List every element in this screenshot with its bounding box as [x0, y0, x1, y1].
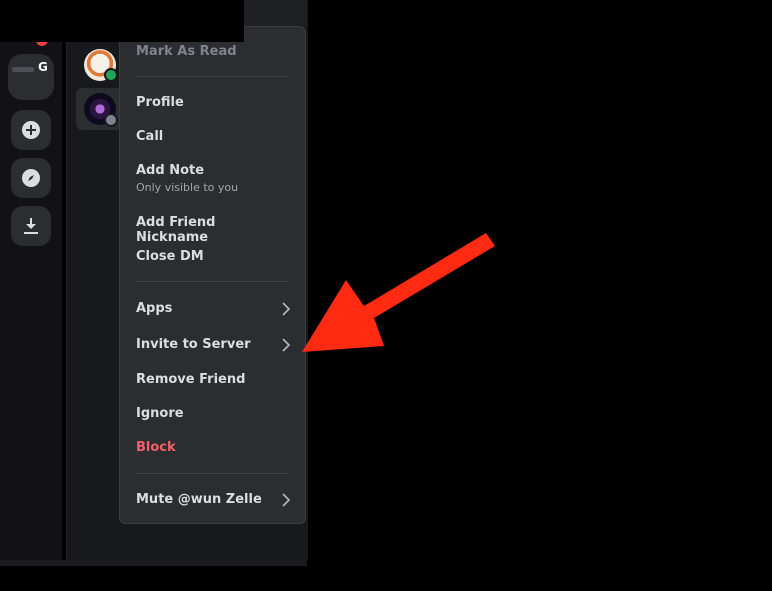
menu-label: Apps: [136, 301, 173, 316]
server-rail: G: [0, 0, 62, 560]
menu-divider: [136, 76, 289, 77]
redacted-area: [0, 0, 244, 42]
menu-label: Block: [136, 440, 176, 455]
discover-icon: [22, 169, 40, 187]
menu-item-call[interactable]: Call: [136, 129, 291, 144]
menu-divider: [136, 281, 289, 282]
offline-status-icon: [104, 113, 118, 127]
menu-item-block[interactable]: Block: [136, 440, 291, 455]
menu-sublabel: Only visible to you: [136, 181, 239, 194]
server-letter: G: [38, 60, 48, 74]
add-server-icon: [22, 121, 40, 139]
context-menu: Mark As Read Profile Call Add Note Only …: [119, 26, 306, 524]
menu-label: Mute @wun Zelle: [136, 492, 262, 507]
menu-label: Profile: [136, 95, 184, 110]
download-apps-button[interactable]: [11, 206, 51, 246]
menu-item-remove-friend[interactable]: Remove Friend: [136, 372, 291, 387]
menu-item-invite-to-server[interactable]: Invite to Server: [136, 337, 291, 352]
discover-button[interactable]: [11, 158, 51, 198]
menu-label: Remove Friend: [136, 372, 246, 387]
dm-header-strip: [244, 0, 307, 26]
menu-item-mark-as-read[interactable]: Mark As Read: [136, 44, 291, 59]
menu-item-add-note[interactable]: Add Note Only visible to you: [136, 163, 291, 194]
menu-label: Add Note: [136, 163, 205, 178]
chevron-right-icon: [282, 302, 291, 316]
menu-divider: [136, 473, 289, 474]
server-logo-icon: [12, 67, 34, 72]
menu-item-profile[interactable]: Profile: [136, 95, 291, 110]
menu-label: Close DM: [136, 249, 204, 264]
menu-item-close-dm[interactable]: Close DM: [136, 249, 291, 264]
menu-item-ignore[interactable]: Ignore: [136, 406, 291, 421]
menu-label: Ignore: [136, 406, 184, 421]
online-status-icon: [104, 68, 118, 82]
menu-label: Mark As Read: [136, 44, 237, 59]
chevron-right-icon: [282, 338, 291, 352]
annotation-arrow-icon: [302, 233, 495, 352]
bottom-divider: [0, 560, 307, 566]
download-icon: [24, 218, 38, 234]
server-icon-g[interactable]: G: [8, 54, 54, 100]
menu-item-apps[interactable]: Apps: [136, 301, 291, 316]
menu-item-add-friend-nickname[interactable]: Add Friend Nickname: [136, 215, 291, 245]
menu-label: Add Friend Nickname: [136, 215, 216, 245]
menu-item-mute[interactable]: Mute @wun Zelle: [136, 492, 291, 507]
add-server-button[interactable]: [11, 110, 51, 150]
menu-label: Invite to Server: [136, 337, 251, 352]
menu-label: Call: [136, 129, 164, 144]
chevron-right-icon: [282, 493, 291, 507]
